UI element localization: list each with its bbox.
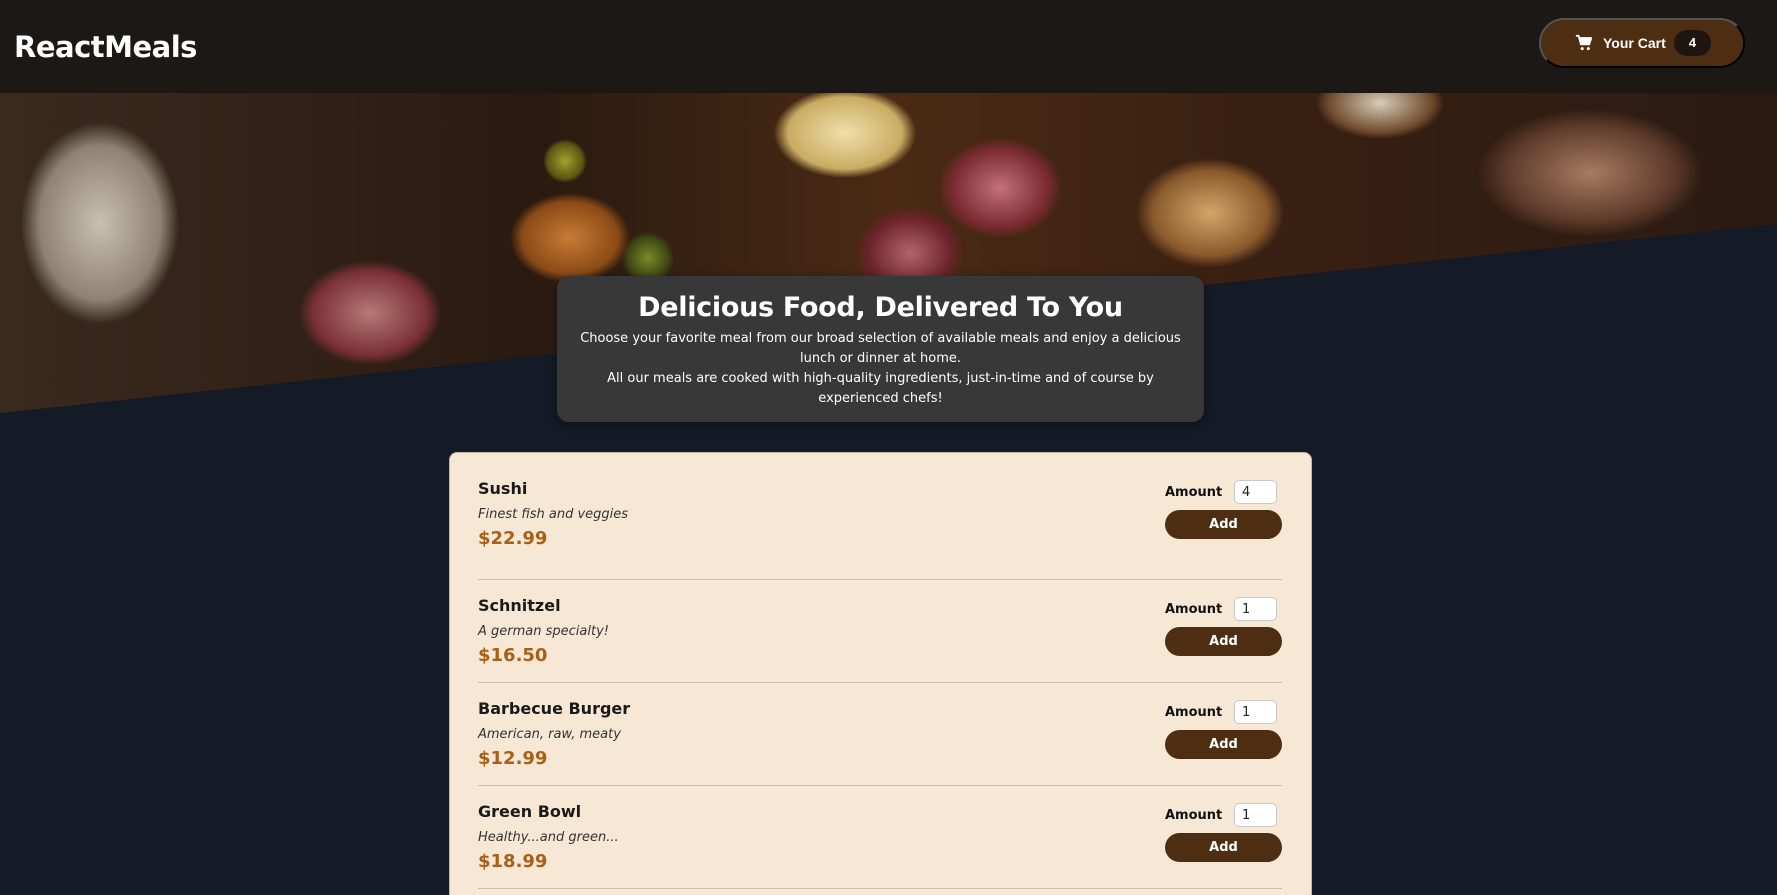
- meal-price: $16.50: [478, 645, 548, 666]
- app-logo: ReactMeals: [14, 29, 197, 64]
- meal-item: Barbecue Burger American, raw, meaty $12…: [478, 683, 1282, 786]
- meal-name: Green Bowl: [478, 802, 582, 821]
- cart-button[interactable]: Your Cart 4: [1539, 17, 1745, 68]
- meal-description: Healthy...and green...: [478, 830, 619, 845]
- meal-name: Sushi: [478, 479, 528, 498]
- amount-label: Amount: [1165, 601, 1223, 617]
- cart-icon: [1575, 34, 1593, 52]
- meal-info: Barbecue Burger American, raw, meaty $12…: [478, 697, 630, 785]
- meal-form: Amount Add: [1165, 477, 1282, 579]
- meal-price: $18.99: [478, 851, 548, 872]
- meal-form: Amount Add: [1165, 594, 1282, 682]
- amount-input[interactable]: [1234, 700, 1277, 724]
- summary-title: Delicious Food, Delivered To You: [638, 292, 1123, 323]
- amount-row: Amount: [1165, 597, 1277, 621]
- meal-price: $22.99: [478, 528, 548, 549]
- add-button[interactable]: Add: [1165, 730, 1282, 759]
- meal-price: $12.99: [478, 748, 548, 769]
- amount-row: Amount: [1165, 480, 1277, 504]
- meal-item: Schnitzel A german specialty! $16.50 Amo…: [478, 580, 1282, 683]
- amount-row: Amount: [1165, 700, 1277, 724]
- amount-label: Amount: [1165, 807, 1223, 823]
- summary-card: Delicious Food, Delivered To You Choose …: [557, 276, 1204, 422]
- meal-item: Sushi Finest fish and veggies $22.99 Amo…: [478, 477, 1282, 580]
- add-button[interactable]: Add: [1165, 627, 1282, 656]
- meal-info: Sushi Finest fish and veggies $22.99: [478, 477, 628, 579]
- meal-item: Green Bowl Healthy...and green... $18.99…: [478, 786, 1282, 889]
- meal-name: Schnitzel: [478, 596, 561, 615]
- amount-label: Amount: [1165, 704, 1223, 720]
- summary-paragraph-2: All our meals are cooked with high-quali…: [607, 371, 1154, 406]
- meal-name: Barbecue Burger: [478, 699, 631, 718]
- cart-label: Your Cart: [1603, 34, 1666, 51]
- meal-form: Amount Add: [1165, 697, 1282, 785]
- amount-row: Amount: [1165, 803, 1277, 827]
- meal-info: Green Bowl Healthy...and green... $18.99: [478, 800, 619, 888]
- summary-paragraph-1: Choose your favorite meal from our broad…: [580, 331, 1181, 366]
- meal-form: Amount Add: [1165, 800, 1282, 888]
- meal-description: Finest fish and veggies: [478, 507, 629, 522]
- amount-label: Amount: [1165, 484, 1223, 500]
- amount-input[interactable]: [1234, 803, 1277, 827]
- meal-description: American, raw, meaty: [478, 727, 621, 742]
- add-button[interactable]: Add: [1165, 510, 1282, 539]
- amount-input[interactable]: [1234, 480, 1277, 504]
- add-button[interactable]: Add: [1165, 833, 1282, 862]
- meal-description: A german specialty!: [478, 624, 609, 639]
- cart-count-badge: 4: [1674, 29, 1711, 56]
- meals-list: Sushi Finest fish and veggies $22.99 Amo…: [449, 452, 1312, 895]
- amount-input[interactable]: [1234, 597, 1277, 621]
- meal-info: Schnitzel A german specialty! $16.50: [478, 594, 609, 682]
- app-header: ReactMeals Your Cart 4: [0, 0, 1777, 93]
